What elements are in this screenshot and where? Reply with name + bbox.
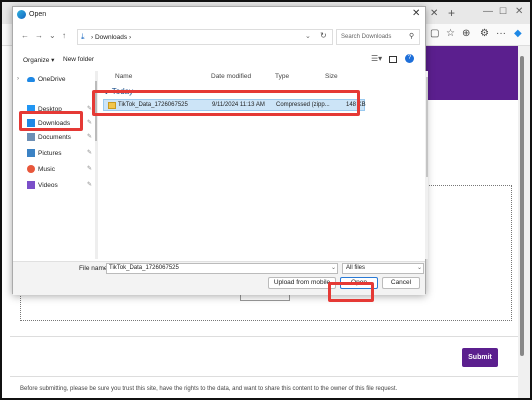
help-icon[interactable]: ? (405, 54, 414, 63)
preview-pane-icon[interactable] (389, 56, 397, 63)
collections-icon[interactable]: ⊕ (462, 28, 470, 39)
nav-item-videos[interactable]: Videos ✎ (23, 179, 95, 193)
screenshot-frame: ✕ + — ☐ ✕ ▢ ☆ ⊕ ⚙ ··· ◆ Select Files Sub… (0, 0, 532, 400)
column-header-size[interactable]: Size (325, 73, 338, 80)
search-placeholder: Search Downloads (341, 34, 392, 40)
extensions-icon[interactable]: ⚙ (480, 28, 489, 39)
tab-close-icon[interactable]: ✕ (430, 8, 438, 19)
window-close-icon[interactable]: ✕ (515, 6, 523, 17)
document-icon (27, 133, 35, 141)
minimize-icon[interactable]: — (483, 6, 493, 17)
nav-item-music[interactable]: Music ✎ (23, 163, 95, 177)
cloud-icon (27, 77, 35, 82)
pictures-icon (27, 149, 35, 157)
back-icon[interactable]: ← (21, 31, 29, 40)
copilot-icon[interactable]: ◆ (514, 28, 522, 39)
view-options-icon[interactable]: ☰▾ (371, 54, 382, 63)
videos-icon (27, 181, 35, 189)
file-name-dropdown-icon[interactable]: ⌄ (331, 264, 336, 271)
expand-chevron-icon[interactable]: › (17, 76, 19, 82)
column-header-date[interactable]: Date modified (211, 73, 251, 80)
more-menu-icon[interactable]: ··· (496, 28, 506, 39)
highlight-box-file-row (92, 90, 360, 116)
file-name-input[interactable]: TikTok_Data_1726067525 (106, 263, 338, 274)
dialog-title: Open (29, 11, 47, 18)
new-folder-button[interactable]: New folder (63, 56, 94, 63)
pin-icon: ✎ (87, 134, 93, 140)
highlight-box-open-button (328, 282, 374, 302)
dialog-close-icon[interactable]: ✕ (412, 8, 420, 19)
refresh-icon[interactable]: ↻ (320, 31, 327, 40)
new-tab-icon[interactable]: + (448, 6, 455, 20)
nav-item-documents[interactable]: Documents ✎ (23, 131, 95, 145)
up-folder-icon[interactable]: ↑ (62, 31, 66, 40)
divider (10, 336, 518, 337)
address-dropdown-icon[interactable]: ⌄ (305, 32, 311, 40)
submit-button[interactable]: Submit (462, 348, 498, 367)
nav-item-label: OneDrive (38, 76, 66, 83)
organize-button[interactable]: Organize ▾ (23, 56, 54, 64)
open-file-dialog: Open ✕ ← → ⌄ ↑ ⤓ › Downloads › ⌄ ↻ Searc… (12, 6, 428, 295)
column-header-name[interactable]: Name (115, 73, 132, 80)
pin-icon: ✎ (87, 166, 93, 172)
file-type-select[interactable]: All files (342, 263, 424, 274)
address-path[interactable]: › Downloads › (91, 34, 131, 41)
browser-scrollbar-thumb[interactable] (520, 56, 524, 356)
reading-view-icon[interactable]: ▢ (430, 28, 439, 39)
nav-item-label: Pictures (38, 150, 62, 157)
nav-item-label: Videos (38, 182, 58, 189)
column-header-type[interactable]: Type (275, 73, 289, 80)
file-name-label: File name: (79, 265, 110, 272)
nav-item-onedrive[interactable]: › OneDrive (17, 73, 95, 87)
dialog-titlebar: Open ✕ (13, 7, 425, 23)
divider (10, 376, 518, 377)
pin-icon: ✎ (87, 150, 93, 156)
nav-item-label: Documents (38, 134, 71, 141)
file-list-scrollbar-thumb[interactable] (426, 77, 428, 177)
nav-item-label: Music (38, 166, 55, 173)
nav-item-pictures[interactable]: Pictures ✎ (23, 147, 95, 161)
disclaimer-text: Before submitting, please be sure you tr… (20, 386, 398, 392)
forward-icon[interactable]: → (35, 31, 43, 40)
address-segment[interactable]: Downloads (95, 34, 127, 41)
favorite-icon[interactable]: ☆ (446, 28, 455, 39)
navigation-pane: › OneDrive Desktop ✎ Downloads ✎ Documen… (17, 71, 95, 259)
upload-from-mobile-button[interactable]: Upload from mobile (268, 277, 336, 289)
search-icon[interactable]: ⚲ (409, 32, 414, 40)
pin-icon: ✎ (87, 120, 93, 126)
downloads-folder-icon: ⤓ (81, 32, 85, 41)
highlight-box-downloads (19, 111, 83, 131)
maximize-icon[interactable]: ☐ (499, 6, 507, 17)
edge-icon (17, 10, 26, 19)
pin-icon: ✎ (87, 182, 93, 188)
music-icon (27, 165, 35, 173)
file-type-dropdown-icon[interactable]: ⌄ (417, 264, 422, 271)
recent-locations-icon[interactable]: ⌄ (49, 31, 56, 40)
cancel-button[interactable]: Cancel (382, 277, 420, 289)
